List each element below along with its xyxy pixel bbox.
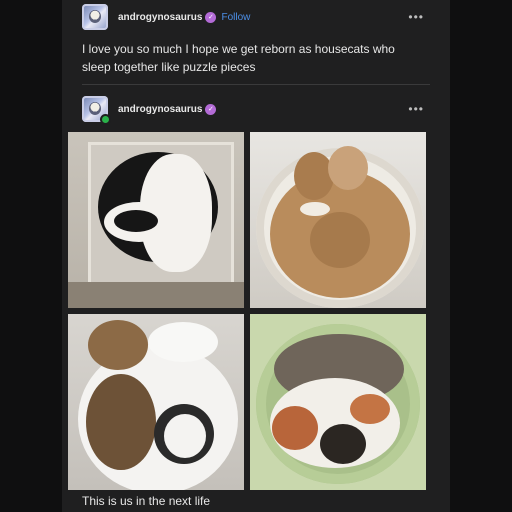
post-card: androgynosaurus ✓ Follow ••• I love you … xyxy=(62,0,450,512)
more-options-icon[interactable]: ••• xyxy=(408,102,424,116)
caption: This is us in the next life xyxy=(82,494,211,508)
verified-badge-icon: ✓ xyxy=(205,11,217,23)
post-text: I love you so much I hope we get reborn … xyxy=(82,42,395,74)
username[interactable]: androgynosaurus xyxy=(118,104,202,115)
avatar[interactable] xyxy=(82,96,111,125)
post-header: androgynosaurus ✓ Follow xyxy=(82,4,250,30)
more-options-icon[interactable]: ••• xyxy=(408,10,424,24)
avatar[interactable] xyxy=(82,4,108,30)
divider xyxy=(82,84,430,85)
username[interactable]: androgynosaurus xyxy=(118,12,202,23)
cat-photo[interactable] xyxy=(250,314,426,490)
verified-badge-icon: ✓ xyxy=(205,103,217,115)
cat-photo[interactable] xyxy=(250,132,426,308)
cat-photo[interactable] xyxy=(68,314,244,490)
follow-button[interactable]: Follow xyxy=(221,12,250,23)
online-badge-icon xyxy=(100,114,111,125)
reblog-header: androgynosaurus ✓ xyxy=(82,96,217,125)
cat-photo[interactable] xyxy=(68,132,244,308)
